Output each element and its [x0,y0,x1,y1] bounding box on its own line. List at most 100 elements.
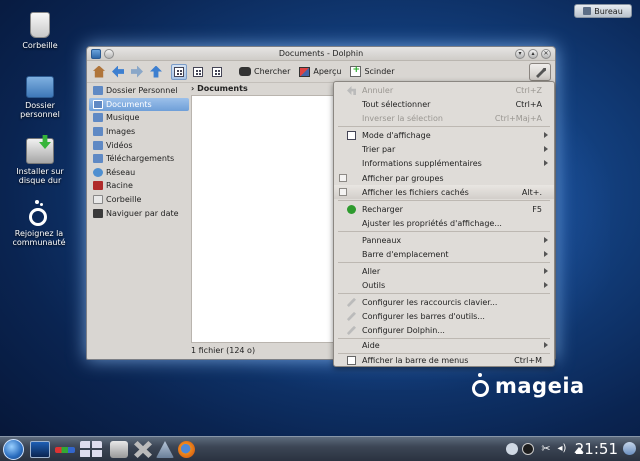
submenu-arrow-icon [544,251,548,258]
notifications-icon[interactable] [522,443,534,455]
menu-item-tools[interactable]: Outils [334,278,554,292]
place-item[interactable]: Musique [89,111,189,125]
pager-icon[interactable] [80,441,102,458]
menu-label: Ajuster les propriétés d'affichage... [362,218,502,228]
place-label: Téléchargements [106,154,175,164]
menu-item-show-groups[interactable]: Afficher par groupes [334,171,554,185]
place-item[interactable]: Images [89,125,189,139]
menu-shortcut: Ctrl+A [515,99,542,109]
menu-item-panels[interactable]: Panneaux [334,233,554,247]
mageia-community-icon [26,200,50,226]
desktop-home-label: Dossier personnel [20,101,60,119]
checkbox[interactable] [339,188,347,196]
menu-shortcut: Ctrl+Maj+A [494,113,542,123]
menu-item-show-hidden-files[interactable]: Afficher les fichiers cachés Alt+. [334,185,554,200]
up-button[interactable] [148,64,164,80]
home-folder-icon [93,86,103,96]
forward-button[interactable] [129,64,145,80]
status-bar: 1 fichier (124 o) [191,346,256,355]
configure-icon [347,312,356,321]
close-button[interactable]: ✕ [541,49,551,59]
menu-item-go[interactable]: Aller [334,264,554,278]
split-icon [350,65,362,77]
show-desktop-icon[interactable] [30,441,50,458]
compact-view-button[interactable] [190,64,206,80]
place-item-selected[interactable]: Documents [89,97,189,112]
menu-item-configure-shortcuts[interactable]: Configurer les raccourcis clavier... [334,295,554,309]
mageia-dot [40,203,43,206]
menu-item-location-bar[interactable]: Barre d'emplacement [334,247,554,261]
trash-icon [30,12,50,38]
menu-item-help[interactable]: Aide [334,338,554,352]
menu-item-adjust-view[interactable]: Ajuster les propriétés d'affichage... [334,216,554,230]
reload-icon [347,205,356,214]
menu-item-sort-by[interactable]: Trier par [334,142,554,156]
wrench-icon [536,68,546,78]
split-label: Scinder [364,67,395,76]
submenu-arrow-icon [544,282,548,289]
menu-item-reload[interactable]: Recharger F5 [334,202,554,216]
maximize-button[interactable]: ▴ [528,49,538,59]
split-button[interactable]: Scinder [347,64,397,80]
control-menu-button[interactable] [529,63,551,81]
place-item[interactable]: Dossier Personnel [89,84,189,98]
checkbox[interactable] [339,174,347,182]
desktop-install[interactable]: Installer sur disque dur [8,135,72,185]
place-item[interactable]: Réseau [89,166,189,180]
panel-toolbox-icon[interactable] [623,442,636,455]
place-item[interactable]: Vidéos [89,138,189,152]
mageia-logo: mageia [472,372,585,398]
volume-icon[interactable]: ◂) [556,443,568,455]
menu-item-undo[interactable]: Annuler Ctrl+Z [334,83,554,97]
desktop-community[interactable]: Rejoignez la communauté [6,200,70,247]
place-item[interactable]: Corbeille [89,193,189,207]
clock[interactable]: 21:51 [575,439,618,459]
control-menu: Annuler Ctrl+Z Tout sélectionner Ctrl+A In… [333,81,555,367]
menu-label: Configurer les barres d'outils... [362,311,485,321]
window-title: Documents - Dolphin [278,49,364,58]
place-item[interactable]: Racine [89,179,189,193]
title-bar[interactable]: Documents - Dolphin ▾ ▴ ✕ [87,47,555,61]
breadcrumb[interactable]: › Documents [191,84,248,94]
menu-label: Informations supplémentaires [362,158,482,168]
place-label: Vidéos [106,140,133,150]
firefox-icon[interactable] [178,441,195,458]
activity-icon[interactable] [55,447,75,453]
up-arrow-icon [150,65,162,78]
back-arrow-icon [112,65,124,78]
menu-item-show-menubar[interactable]: Afficher la barre de menus Ctrl+M [334,353,554,367]
back-button[interactable] [110,64,126,80]
menu-item-configure-dolphin[interactable]: Configurer Dolphin... [334,323,554,337]
desktop-trash[interactable]: Corbeille [8,12,72,50]
place-item[interactable]: Naviguer par date [89,206,189,220]
search-button[interactable]: Chercher [236,64,293,80]
menu-item-additional-info[interactable]: Informations supplémentaires [334,156,554,170]
menu-separator [338,262,550,263]
menu-item-select-all[interactable]: Tout sélectionner Ctrl+A [334,97,554,111]
desktop-home-folder[interactable]: Dossier personnel [8,76,72,119]
details-view-button[interactable] [209,64,225,80]
menu-label: Afficher les fichiers cachés [362,187,469,197]
install-icon [26,135,54,164]
menu-item-configure-toolbars[interactable]: Configurer les barres d'outils... [334,309,554,323]
menu-item-view-mode[interactable]: Mode d'affichage [334,128,554,142]
search-label: Chercher [254,67,291,76]
downloads-folder-icon [93,154,103,164]
minimize-button[interactable]: ▾ [515,49,525,59]
system-settings-icon[interactable] [110,441,128,458]
clipboard-icon[interactable]: ✂ [540,443,552,455]
network-status-icon[interactable] [506,443,518,455]
file-view[interactable] [191,95,339,343]
home-button[interactable] [91,64,107,80]
package-manager-icon[interactable] [156,441,174,458]
desktop-toolbox-button[interactable]: Bureau [574,4,632,18]
place-item[interactable]: Téléchargements [89,152,189,166]
videos-folder-icon [93,140,103,150]
application-launcher-icon[interactable] [3,439,24,460]
tools-icon[interactable] [134,441,152,458]
menu-item-invert-selection[interactable]: Inverser la sélection Ctrl+Maj+A [334,111,554,125]
icons-view-button[interactable] [171,63,187,80]
preview-button[interactable]: Aperçu [296,64,344,80]
menu-shortcut: Ctrl+M [514,355,542,365]
menu-shortcut: F5 [532,204,542,214]
